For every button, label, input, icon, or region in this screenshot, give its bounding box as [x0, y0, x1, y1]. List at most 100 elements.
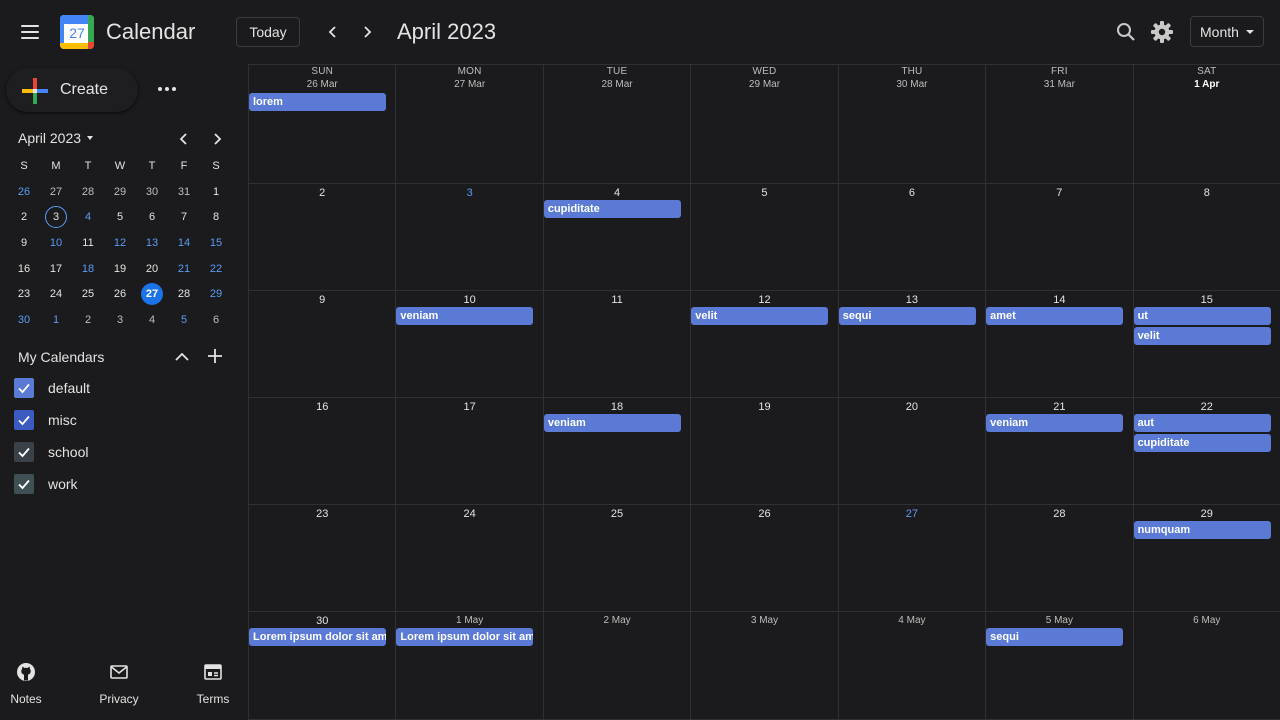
mini-calendar-day[interactable]: 17: [40, 256, 72, 282]
day-cell[interactable]: 6 May: [1132, 612, 1280, 720]
event-chip[interactable]: veniam: [986, 414, 1124, 432]
day-cell[interactable]: 5 May sequi: [985, 612, 1133, 720]
mini-calendar-day[interactable]: 22: [200, 256, 232, 282]
day-number[interactable]: 5 May: [986, 615, 1132, 626]
day-number[interactable]: 28: [986, 508, 1132, 520]
collapse-calendars-button[interactable]: [172, 347, 192, 367]
main-menu-icon[interactable]: [14, 16, 46, 48]
event-chip[interactable]: aut: [1133, 414, 1271, 432]
day-cell[interactable]: 27: [837, 505, 986, 612]
mini-calendar-day[interactable]: 3: [104, 307, 136, 333]
day-cell[interactable]: 6: [837, 184, 986, 291]
day-cell[interactable]: SUN 26 Mar lorem: [248, 65, 396, 184]
day-cell[interactable]: 8: [1132, 184, 1280, 291]
day-number[interactable]: 20: [839, 401, 985, 413]
day-cell[interactable]: 16: [248, 398, 396, 505]
day-cell[interactable]: 19: [690, 398, 838, 505]
mini-calendar-day[interactable]: 5: [104, 204, 136, 230]
checkbox-checked-icon[interactable]: [14, 442, 34, 462]
add-calendar-button[interactable]: [205, 346, 225, 366]
event-chip[interactable]: cupiditate: [1133, 434, 1271, 452]
day-cell[interactable]: 3: [395, 184, 543, 291]
day-cell[interactable]: 5: [690, 184, 838, 291]
mini-calendar-day[interactable]: 30: [8, 307, 40, 333]
mini-calendar-day[interactable]: 13: [136, 230, 168, 256]
day-cell[interactable]: 17: [395, 398, 543, 505]
calendar-item-work[interactable]: work: [14, 473, 78, 495]
day-number[interactable]: 23: [249, 508, 395, 520]
event-chip[interactable]: cupiditate: [543, 200, 681, 218]
day-number[interactable]: 22: [1134, 401, 1280, 413]
day-cell[interactable]: 24: [395, 505, 543, 612]
mini-calendar-day[interactable]: 8: [200, 204, 232, 230]
footer-link-notes[interactable]: Notes: [0, 660, 61, 706]
previous-period-button[interactable]: [319, 18, 347, 46]
day-number[interactable]: 5: [691, 187, 837, 199]
next-period-button[interactable]: [353, 18, 381, 46]
mini-calendar-day[interactable]: 4: [136, 307, 168, 333]
day-cell[interactable]: WED 29 Mar: [690, 65, 838, 184]
mini-calendar-day[interactable]: 29: [200, 281, 232, 307]
calendar-item-default[interactable]: default: [14, 377, 90, 399]
day-cell[interactable]: 21 veniam: [985, 398, 1133, 505]
day-cell[interactable]: 30 Lorem ipsum dolor sit amet: [248, 612, 396, 720]
day-number[interactable]: 28 Mar: [544, 79, 690, 90]
mini-calendar-day[interactable]: 2: [72, 307, 104, 333]
day-number[interactable]: 11: [544, 294, 690, 306]
day-cell[interactable]: 25: [542, 505, 691, 612]
footer-link-privacy[interactable]: Privacy: [84, 660, 154, 706]
day-cell[interactable]: 13 sequi: [837, 291, 986, 398]
day-cell[interactable]: 29 numquam: [1132, 505, 1280, 612]
day-cell[interactable]: THU 30 Mar: [837, 65, 986, 184]
day-cell[interactable]: 26: [690, 505, 838, 612]
day-number[interactable]: 27 Mar: [396, 79, 542, 90]
event-chip[interactable]: velit: [691, 307, 829, 325]
day-number[interactable]: 7: [986, 187, 1132, 199]
day-cell[interactable]: FRI 31 Mar: [985, 65, 1133, 184]
mini-calendar-day[interactable]: 14: [168, 230, 200, 256]
mini-calendar-day[interactable]: 5: [168, 307, 200, 333]
settings-gear-icon[interactable]: [1149, 19, 1175, 45]
event-chip[interactable]: velit: [1133, 327, 1271, 345]
day-number[interactable]: 21: [986, 401, 1132, 413]
day-cell[interactable]: 3 May: [690, 612, 838, 720]
day-number[interactable]: 13: [839, 294, 985, 306]
mini-calendar-day[interactable]: 3: [40, 204, 72, 230]
day-number[interactable]: 27: [839, 508, 985, 520]
mini-calendar-day[interactable]: 10: [40, 230, 72, 256]
day-cell[interactable]: 9: [248, 291, 396, 398]
create-button[interactable]: Create: [6, 68, 138, 112]
mini-calendar-prev-button[interactable]: [172, 128, 196, 150]
day-cell[interactable]: 18 veniam: [542, 398, 691, 505]
calendar-item-school[interactable]: school: [14, 441, 88, 463]
mini-calendar-day[interactable]: 25: [72, 281, 104, 307]
mini-calendar-day[interactable]: 16: [8, 256, 40, 282]
day-number[interactable]: 9: [249, 294, 395, 306]
day-number[interactable]: 4: [544, 187, 690, 199]
checkbox-checked-icon[interactable]: [14, 378, 34, 398]
mini-calendar-day[interactable]: 2: [8, 204, 40, 230]
mini-calendar-day[interactable]: 15: [200, 230, 232, 256]
day-cell[interactable]: 2 May: [542, 612, 691, 720]
mini-calendar-day[interactable]: 24: [40, 281, 72, 307]
day-cell[interactable]: 22 aut cupiditate: [1132, 398, 1280, 505]
mini-calendar-day[interactable]: 28: [72, 179, 104, 205]
checkbox-checked-icon[interactable]: [14, 474, 34, 494]
more-options-icon[interactable]: [152, 76, 182, 102]
event-chip[interactable]: veniam: [396, 307, 534, 325]
day-number[interactable]: 4 May: [839, 615, 985, 626]
day-number[interactable]: 24: [396, 508, 542, 520]
event-chip[interactable]: lorem: [249, 93, 386, 111]
day-number[interactable]: 31 Mar: [986, 79, 1132, 90]
day-cell[interactable]: 28: [985, 505, 1133, 612]
footer-link-terms[interactable]: Terms: [178, 660, 248, 706]
event-chip[interactable]: veniam: [543, 414, 681, 432]
day-cell[interactable]: TUE 28 Mar: [542, 65, 691, 184]
day-number[interactable]: 26 Mar: [249, 79, 395, 90]
day-cell[interactable]: MON 27 Mar: [395, 65, 543, 184]
mini-calendar-title[interactable]: April 2023: [18, 130, 94, 146]
mini-calendar-day[interactable]: 18: [72, 256, 104, 282]
day-cell[interactable]: 14 amet: [985, 291, 1133, 398]
event-chip[interactable]: sequi: [986, 628, 1124, 646]
mini-calendar-day[interactable]: 7: [168, 204, 200, 230]
